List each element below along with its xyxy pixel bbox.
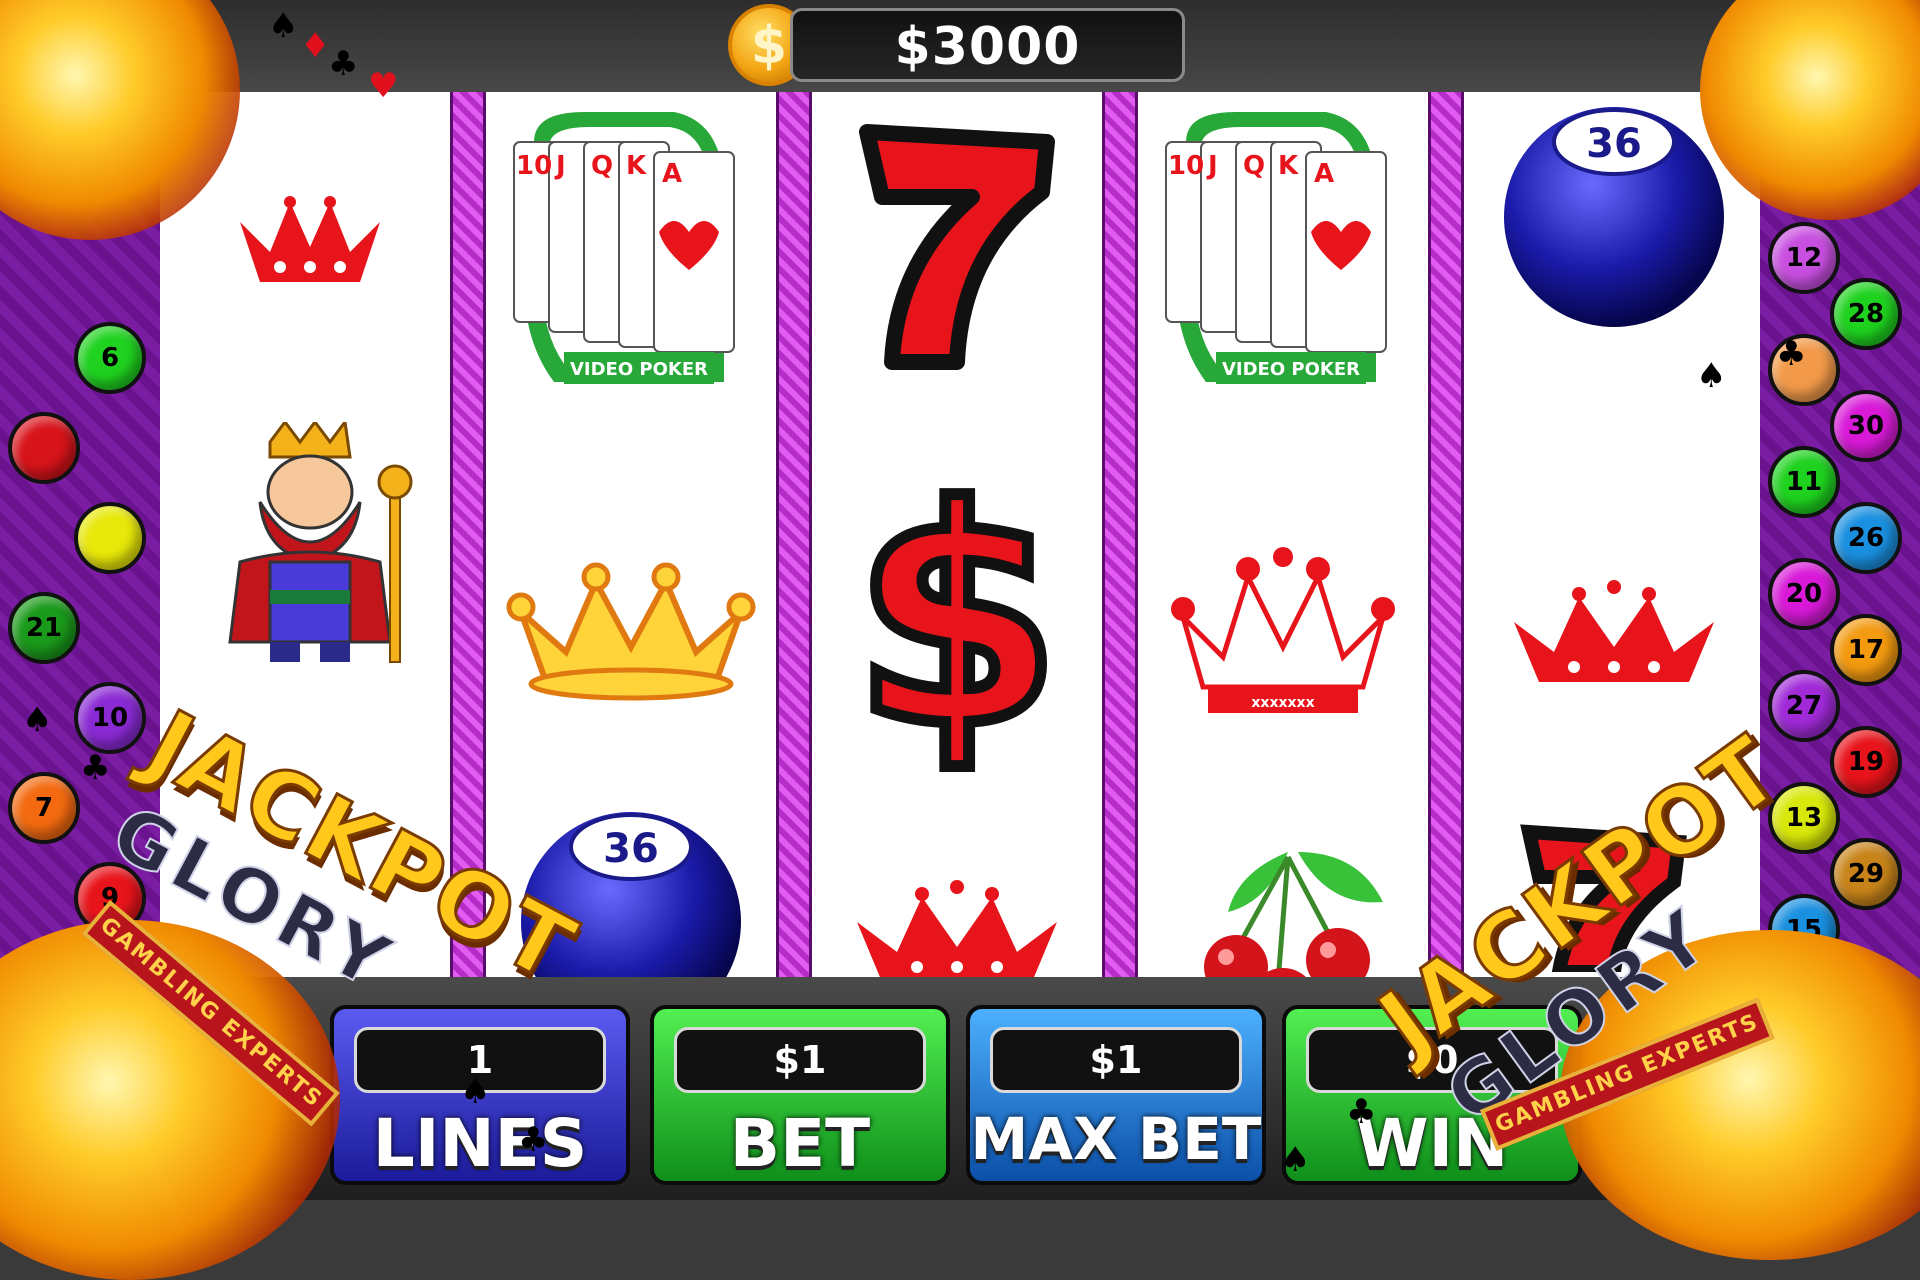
video-poker-label: VIDEO POKER [570,359,708,380]
reel-divider [1102,92,1138,977]
spade-icon: ♠ [1696,356,1727,396]
number-ball: 20 [1768,558,1840,630]
number-ball: 21 [8,592,80,664]
club-icon: ♣ [1776,334,1807,374]
number-ball: 19 [1830,726,1902,798]
club-icon: ♣ [80,748,111,788]
number-ball: 28 [1830,278,1902,350]
card-k-label: K [626,151,647,181]
diamond-icon: ♦ [300,26,331,66]
reel-3: $ [812,92,1102,982]
card-j-label: J [554,151,566,181]
max-bet-value: $1 [990,1027,1242,1093]
dollar-sign-label: $ [857,444,1057,772]
ornate-crown-icon: xxxxxxx [1171,547,1395,713]
card-q-label: Q [1243,151,1265,181]
king-character-icon [228,422,413,663]
crown-icon [240,196,380,282]
spade-icon: ♠ [1280,1140,1311,1180]
number-ball: 11 [1768,446,1840,518]
club-icon: ♣ [1346,1092,1377,1132]
number-ball [74,502,146,574]
max-bet-label: MAX BET [970,1105,1262,1173]
number-ball [8,412,80,484]
max-bet-button[interactable]: $1 MAX BET [966,1005,1266,1185]
card-j-label: J [1206,151,1218,181]
club-icon: ♣ [518,1120,549,1160]
bet-button[interactable]: $1 BET [650,1005,950,1185]
bingo-ball-number: 36 [1586,121,1642,167]
bingo-ball-number: 36 [603,826,659,872]
heart-icon: ♥ [368,66,399,106]
bet-label: BET [729,1105,871,1182]
crown-code-label: xxxxxxx [1251,695,1314,711]
gold-crown-icon [506,562,756,701]
card-q-label: Q [591,151,613,181]
card-a-label: A [1314,159,1334,189]
lucky-seven-icon [859,124,1055,370]
video-poker-icon: 10 J Q K A VIDEO POKER [1165,112,1387,384]
club-icon: ♣ [328,44,359,84]
spade-icon: ♠ [268,6,299,46]
video-poker-icon: 10 J Q K A VIDEO POKER [513,112,735,384]
reel-divider [776,92,812,977]
spade-icon: ♠ [22,700,53,740]
reel-2: 10 J Q K A VIDEO POKER 36 [486,92,776,1032]
number-ball: 26 [1830,502,1902,574]
number-ball: 7 [8,772,80,844]
crown-icon [1514,580,1714,682]
crown-icon [857,880,1057,982]
spade-icon: ♠ [460,1072,491,1112]
reel-divider [1428,92,1464,977]
video-poker-label: VIDEO POKER [1222,359,1360,380]
number-ball: 17 [1830,614,1902,686]
card-10-label: 10 [1168,151,1204,181]
number-ball: 12 [1768,222,1840,294]
card-k-label: K [1278,151,1299,181]
card-a-label: A [662,159,682,189]
reel-4: 10 J Q K A VIDEO POKER xxxxxxx [1138,92,1428,1036]
number-ball: 6 [74,322,146,394]
bingo-ball-icon: 36 [1504,107,1724,327]
balance-display: $3000 [790,8,1185,82]
bet-value: $1 [674,1027,926,1093]
number-ball: 30 [1830,390,1902,462]
number-ball: 10 [74,682,146,754]
lines-label: LINES [372,1105,588,1182]
dollar-sign-icon: $ [857,438,1057,772]
balance-amount: $3000 [894,17,1081,77]
number-ball: 27 [1768,670,1840,742]
card-10-label: 10 [516,151,552,181]
